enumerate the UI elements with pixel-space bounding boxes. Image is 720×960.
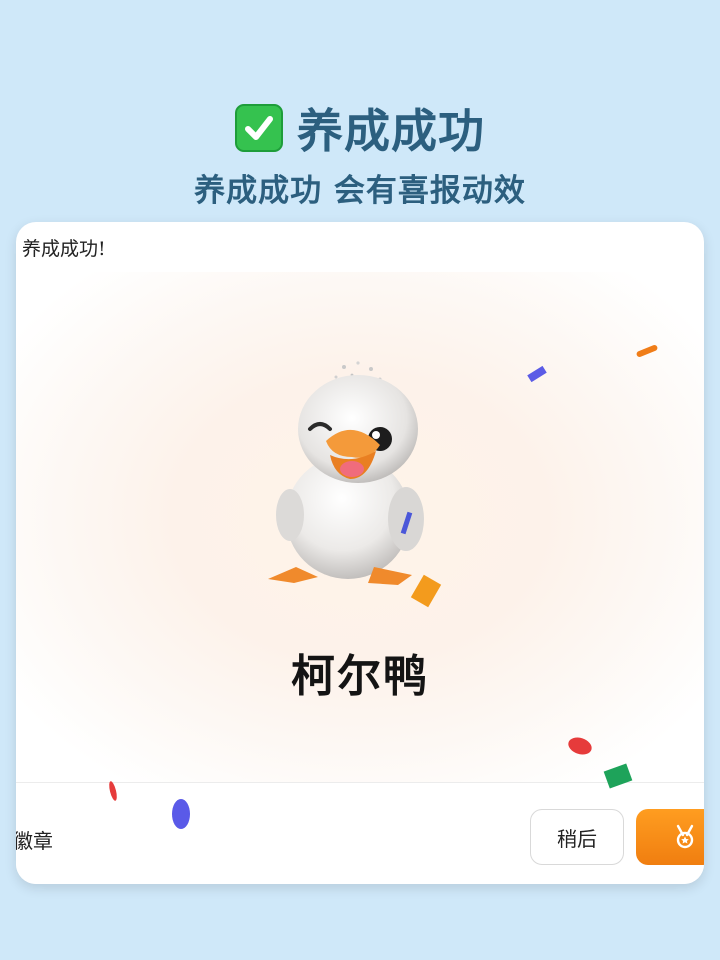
confetti-piece [107,780,119,802]
view-medal-button[interactable] [636,809,704,865]
headline: 养成成功 [0,92,720,164]
confetti-piece [566,734,594,758]
confetti-piece [527,365,547,383]
dialog-title: 养成成功! [22,238,106,260]
check-mark-icon [235,104,283,152]
medal-icon [676,824,694,849]
headline-subtitle: 养成成功 会有喜报动效 [194,173,526,209]
celebration-stage: 柯尔鸭 [16,272,704,782]
confetti-piece [172,799,190,829]
badge-link[interactable]: 徽章 [16,825,53,854]
later-button[interactable]: 稍后 [530,809,624,865]
headline-title: 养成成功 [297,104,485,158]
confetti-piece [635,344,659,358]
dialog-footer: 徽章 稍后 [16,763,704,884]
mascot-name: 柯尔鸭 [291,651,429,702]
success-dialog: 养成成功! 柯尔鸭 徽章 稍后 [16,222,704,884]
duckling-mascot-image [268,361,424,585]
